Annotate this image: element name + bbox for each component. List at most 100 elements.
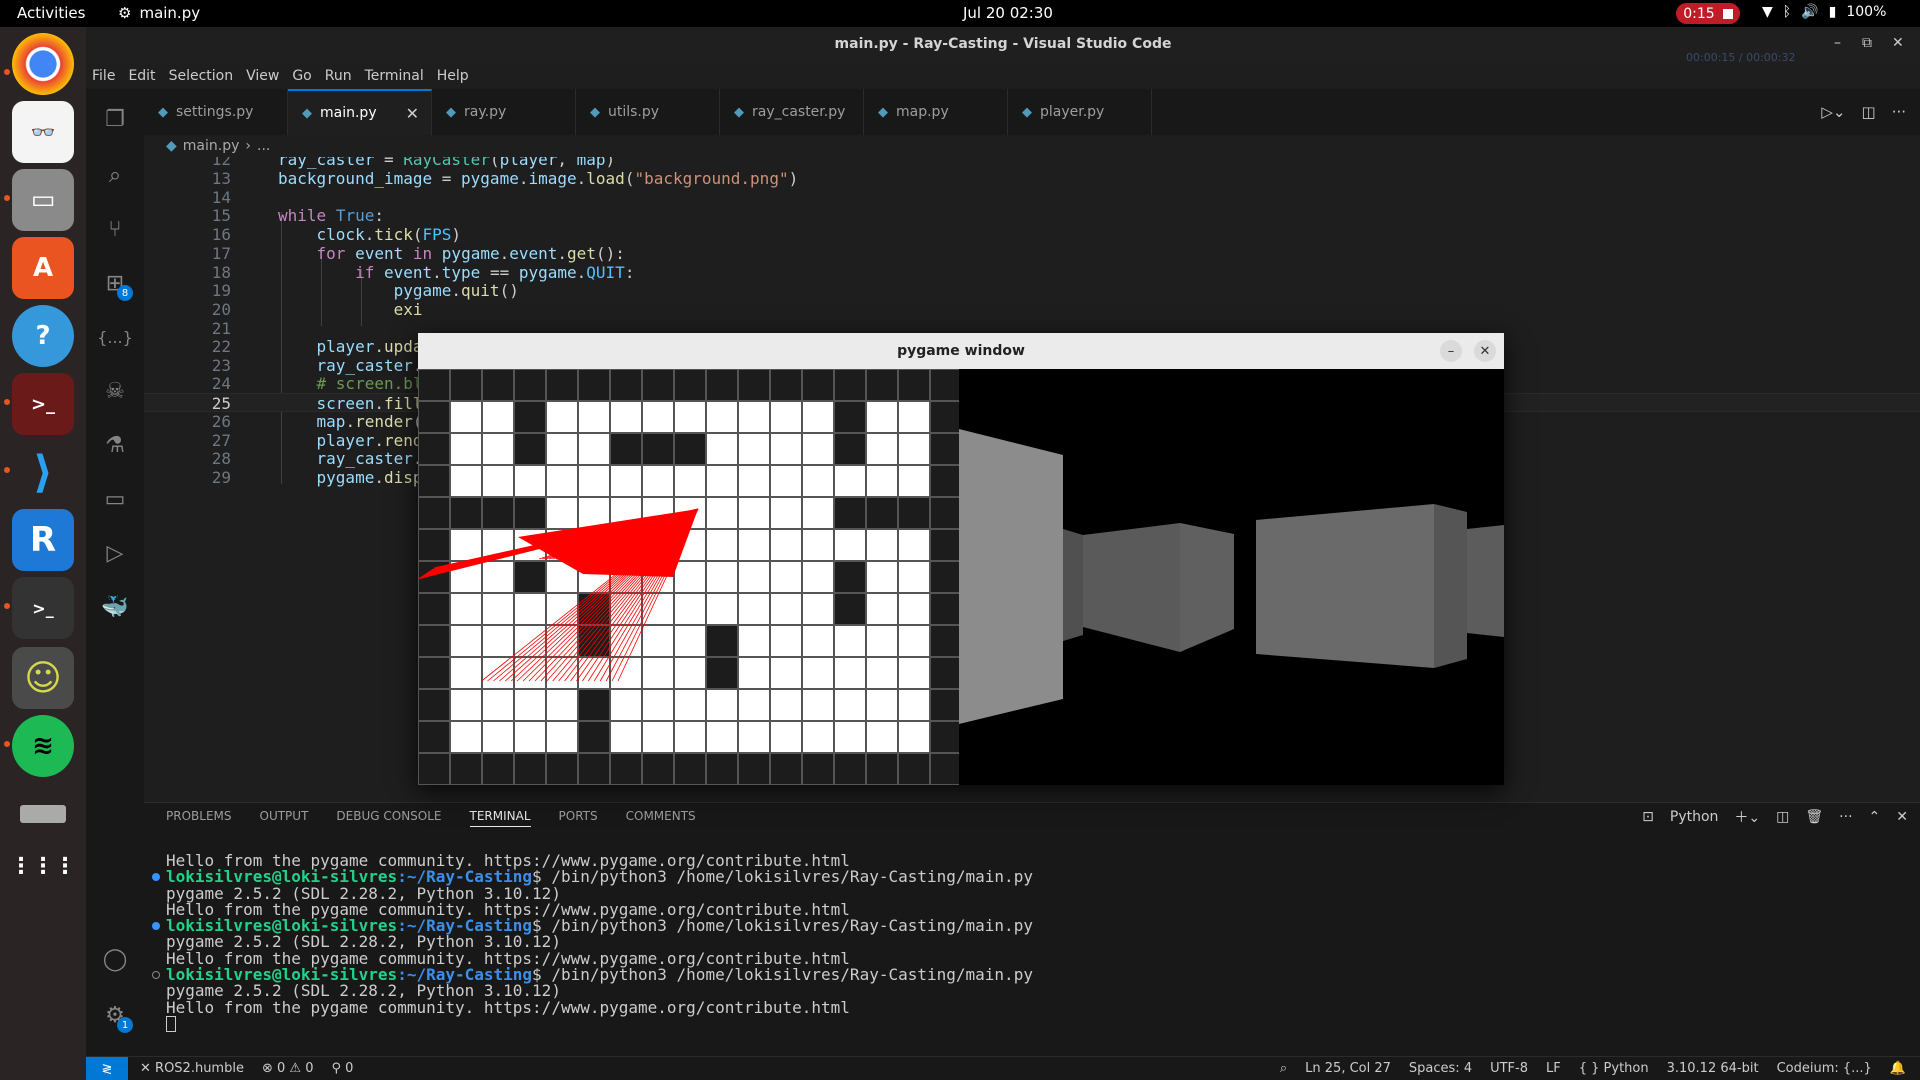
close-panel-icon[interactable]: ✕ — [1896, 809, 1908, 825]
screen-recording-indicator[interactable]: 0:15 — [1676, 3, 1740, 24]
ports-status[interactable]: ⚲ 0 — [331, 1061, 353, 1076]
command-success-icon[interactable] — [152, 922, 160, 931]
encoding[interactable]: UTF-8 — [1490, 1061, 1528, 1076]
tab-main[interactable]: ◆ main.py ✕ — [288, 89, 432, 135]
extensions-icon[interactable]: ⊞ 8 — [97, 265, 133, 301]
tab-map[interactable]: ◆ map.py — [864, 89, 1008, 135]
codeium-status[interactable]: Codeium: {...} — [1777, 1061, 1872, 1076]
remote-indicator-icon[interactable]: ≷ — [86, 1057, 128, 1080]
more-icon[interactable]: ··· — [1839, 809, 1852, 825]
tab-settings[interactable]: ◆ settings.py — [144, 89, 288, 135]
tab-comments[interactable]: COMMENTS — [626, 809, 696, 827]
menu-file[interactable]: File — [92, 68, 115, 84]
app-menu[interactable]: ⚙ main.py — [118, 4, 200, 22]
minimize-icon[interactable]: – — [1834, 35, 1841, 51]
editor-tabs: ◆ settings.py ◆ main.py ✕ ◆ ray.py ◆ utils.py… — [144, 89, 1920, 135]
show-apps-icon[interactable]: ⋮⋮⋮ — [10, 835, 76, 897]
pygame-window[interactable]: pygame window – ✕ — [418, 333, 1504, 785]
docker-icon[interactable]: 🐳 — [97, 589, 133, 625]
minimize-icon[interactable]: – — [1440, 340, 1462, 362]
code-text: pygame.quit() — [393, 281, 519, 300]
gnome-frog-icon[interactable]: ☺ — [12, 647, 74, 709]
tab-player[interactable]: ◆ player.py — [1008, 89, 1152, 135]
python-interpreter[interactable]: 3.10.12 64-bit — [1667, 1061, 1759, 1076]
maximize-panel-icon[interactable]: ⌃ — [1869, 809, 1881, 825]
run-debug-icon[interactable]: ▷ — [97, 535, 133, 571]
files-icon[interactable]: ▭ — [12, 169, 74, 231]
zoom-icon[interactable]: ⌕ — [1280, 1061, 1287, 1076]
json-icon[interactable]: {...} — [97, 319, 133, 355]
tab-output[interactable]: OUTPUT — [260, 809, 309, 827]
breadcrumb-more[interactable]: ... — [257, 138, 270, 154]
tab-problems[interactable]: PROBLEMS — [166, 809, 232, 827]
end-of-line[interactable]: LF — [1546, 1061, 1561, 1076]
line-number: 28 — [211, 449, 231, 468]
restore-icon[interactable]: ⧉ — [1862, 35, 1872, 51]
chrome-icon[interactable] — [12, 33, 74, 95]
search-icon[interactable]: ⌕ — [97, 157, 133, 193]
menu-go[interactable]: Go — [292, 68, 311, 84]
line-number: 12 — [211, 157, 231, 169]
tab-debug-console[interactable]: DEBUG CONSOLE — [336, 809, 441, 827]
code-text: clock.tick(FPS) — [316, 225, 462, 244]
more-actions-icon[interactable]: ··· — [1892, 103, 1906, 121]
source-control-icon[interactable]: ⑂ — [97, 211, 133, 247]
ros-status[interactable]: ✕ ROS2.humble — [140, 1061, 244, 1076]
spotify-icon[interactable]: ≋ — [12, 715, 74, 777]
problems-status[interactable]: ⊗ 0 ⚠ 0 — [262, 1061, 314, 1076]
running-indicator — [4, 467, 10, 473]
testing-icon[interactable]: ⚗ — [97, 427, 133, 463]
status-bar: ≷ ✕ ROS2.humble ⊗ 0 ⚠ 0 ⚲ 0 ⌕ Ln 25, Col… — [86, 1056, 1920, 1080]
tab-terminal[interactable]: TERMINAL — [469, 809, 531, 827]
remote-explorer-icon[interactable]: ▭ — [97, 481, 133, 517]
code-text: for event in pygame.event.get(): — [316, 244, 625, 263]
document-viewer-icon[interactable]: 👓 — [12, 101, 74, 163]
terminal-shell-label[interactable]: Python — [1670, 809, 1719, 825]
help-icon[interactable]: ? — [12, 305, 74, 367]
status-left: ✕ ROS2.humble ⊗ 0 ⚠ 0 ⚲ 0 — [140, 1061, 353, 1076]
vscode-icon[interactable]: ⟩ — [12, 441, 74, 503]
settings-gear-icon[interactable]: ⚙ 1 — [97, 997, 133, 1033]
split-terminal-icon[interactable]: ◫ — [1776, 809, 1789, 825]
breadcrumb-file[interactable]: main.py — [183, 138, 240, 154]
tab-ports[interactable]: PORTS — [559, 809, 598, 827]
notifications-icon[interactable]: 🔔 — [1890, 1061, 1906, 1076]
terminal-icon[interactable]: >_ — [12, 577, 74, 639]
close-icon[interactable]: ✕ — [1892, 35, 1904, 51]
rustdesk-icon[interactable]: R — [12, 509, 74, 571]
language-mode[interactable]: { } Python — [1579, 1061, 1649, 1076]
terminal-output[interactable]: Hello from the pygame community. https:/… — [152, 852, 1033, 1033]
split-editor-icon[interactable]: ◫ — [1862, 103, 1876, 121]
cursor-position[interactable]: Ln 25, Col 27 — [1305, 1061, 1391, 1076]
kill-terminal-icon[interactable]: 🗑 — [1805, 809, 1823, 825]
menu-edit[interactable]: Edit — [128, 68, 155, 84]
command-success-icon[interactable] — [152, 873, 160, 882]
tab-ray[interactable]: ◆ ray.py — [432, 89, 576, 135]
menu-view[interactable]: View — [246, 68, 279, 84]
code-text: exi — [393, 300, 423, 319]
menu-terminal[interactable]: Terminal — [365, 68, 424, 84]
run-icon[interactable]: ▷⌄ — [1821, 103, 1845, 121]
new-terminal-icon[interactable]: ＋⌄ — [1734, 807, 1760, 827]
system-tray[interactable]: ▼ ᛒ 🔊 ▮ 100% — [1762, 4, 1886, 20]
menu-help[interactable]: Help — [437, 68, 469, 84]
app-center-icon[interactable]: A — [12, 237, 74, 299]
close-icon[interactable]: ✕ — [1474, 340, 1496, 362]
code-text: ray_caster. — [316, 356, 423, 375]
account-icon[interactable]: ◯ — [97, 941, 133, 977]
volume-icon: 🔊 — [1801, 4, 1819, 20]
clock[interactable]: Jul 20 02:30 — [963, 4, 1053, 22]
explorer-icon[interactable]: ❐ — [97, 101, 133, 137]
command-running-icon[interactable] — [152, 971, 160, 980]
indentation[interactable]: Spaces: 4 — [1409, 1061, 1472, 1076]
tab-utils[interactable]: ◆ utils.py — [576, 89, 720, 135]
terminal-red-icon[interactable]: >_ — [12, 373, 74, 435]
activities-button[interactable]: Activities — [17, 4, 85, 22]
3d-view — [959, 369, 1504, 785]
menu-selection[interactable]: Selection — [169, 68, 234, 84]
tab-ray-caster[interactable]: ◆ ray_caster.py — [720, 89, 864, 135]
menu-run[interactable]: Run — [325, 68, 352, 84]
alien-icon[interactable]: ☠ — [97, 373, 133, 409]
close-tab-icon[interactable]: ✕ — [406, 104, 419, 123]
pygame-title-bar[interactable]: pygame window – ✕ — [418, 333, 1504, 369]
